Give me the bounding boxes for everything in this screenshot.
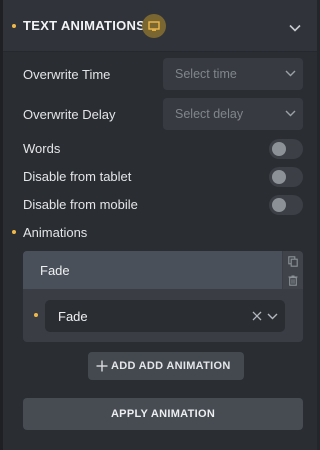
- text-animations-panel: TEXT ANIMATIONS Overwrite Time Select ti…: [3, 0, 317, 450]
- toggle-knob: [272, 142, 286, 156]
- chevron-down-icon: [285, 110, 296, 117]
- words-toggle[interactable]: [269, 139, 303, 159]
- section-indicator-dot: [12, 24, 16, 28]
- overwrite-time-placeholder: Select time: [175, 67, 237, 81]
- overwrite-delay-select[interactable]: Select delay: [163, 98, 303, 130]
- animation-type-value: Fade: [58, 309, 88, 324]
- add-animation-button[interactable]: ADD ADD ANIMATION: [88, 352, 244, 380]
- animations-indicator-dot: [12, 230, 16, 234]
- duplicate-icon[interactable]: [288, 256, 298, 267]
- apply-animation-button[interactable]: APPLY ANIMATION: [23, 398, 303, 430]
- trash-icon[interactable]: [288, 275, 298, 286]
- section-header[interactable]: TEXT ANIMATIONS: [3, 0, 317, 52]
- disable-mobile-toggle[interactable]: [269, 195, 303, 215]
- animation-item-actions: [283, 251, 303, 289]
- animation-item-header[interactable]: Fade: [23, 251, 282, 289]
- chevron-down-icon[interactable]: [267, 313, 278, 320]
- words-label: Words: [23, 141, 61, 156]
- disable-mobile-label: Disable from mobile: [23, 197, 138, 212]
- animation-item-title: Fade: [40, 263, 70, 278]
- responsive-screen-icon[interactable]: [142, 14, 166, 38]
- plus-icon: [96, 360, 108, 372]
- animation-type-select[interactable]: Fade: [45, 300, 285, 332]
- toggle-knob: [272, 170, 286, 184]
- disable-tablet-label: Disable from tablet: [23, 169, 132, 184]
- disable-tablet-toggle[interactable]: [269, 167, 303, 187]
- clear-icon[interactable]: [252, 311, 262, 321]
- add-animation-label: ADD ADD ANIMATION: [111, 360, 231, 372]
- overwrite-time-label: Overwrite Time: [23, 67, 111, 82]
- overwrite-delay-label: Overwrite Delay: [23, 107, 116, 122]
- chevron-down-icon[interactable]: [289, 19, 301, 37]
- apply-animation-label: APPLY ANIMATION: [110, 408, 216, 420]
- overwrite-delay-placeholder: Select delay: [175, 107, 244, 121]
- section-title: TEXT ANIMATIONS: [23, 18, 146, 33]
- animations-label: Animations: [23, 225, 88, 240]
- chevron-down-icon: [285, 70, 296, 77]
- animation-indicator-dot: [34, 313, 38, 317]
- toggle-knob: [272, 198, 286, 212]
- overwrite-time-select[interactable]: Select time: [163, 58, 303, 90]
